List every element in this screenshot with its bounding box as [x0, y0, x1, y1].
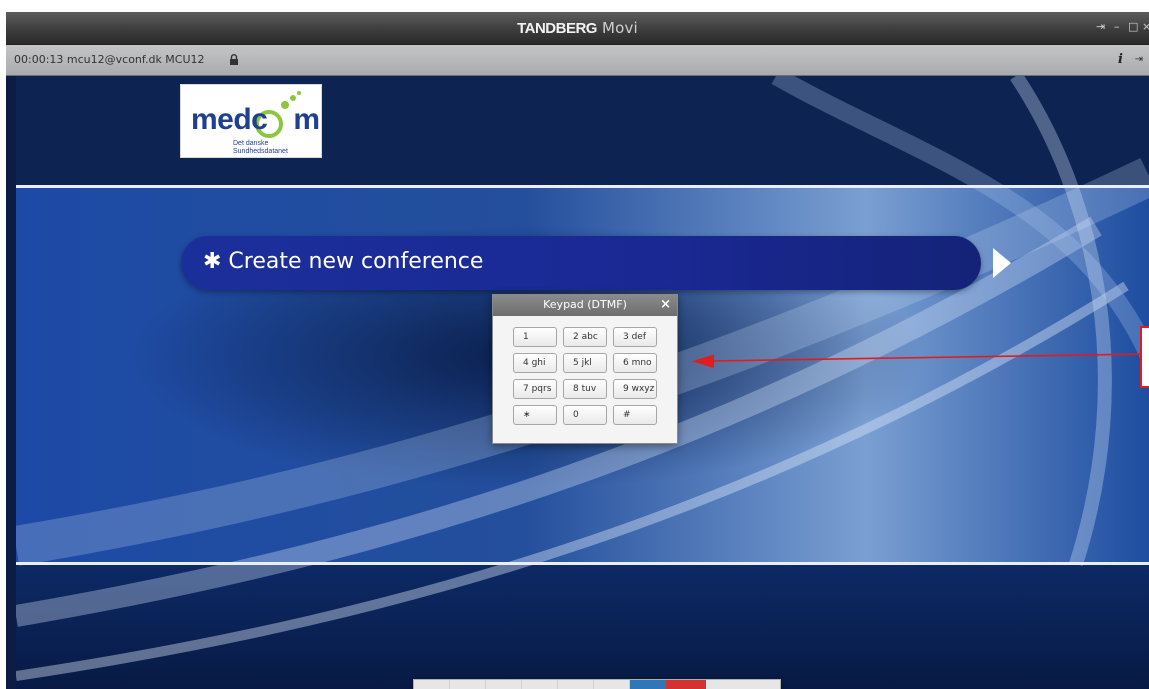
- key-hash[interactable]: #: [613, 405, 657, 425]
- volume-button[interactable]: [522, 680, 558, 689]
- key-5[interactable]: 5 jkl: [563, 353, 607, 373]
- key-0[interactable]: 0: [563, 405, 607, 425]
- maximize-button[interactable]: □: [1128, 21, 1138, 33]
- create-conference-label: ✱ Create new conference: [203, 249, 484, 274]
- medcom-logo: medc m Det danske Sundhedsdatanet: [180, 84, 322, 158]
- key-star[interactable]: ∗: [513, 405, 557, 425]
- pin-icon[interactable]: ⇥: [1135, 54, 1143, 65]
- keypad-close-button[interactable]: ×: [660, 297, 671, 312]
- keypad-button[interactable]: [630, 680, 666, 689]
- window-title: TANDBERG Movi: [6, 19, 1149, 37]
- chevron-right-icon[interactable]: [991, 246, 1013, 280]
- logo-wordmark: medc m: [191, 103, 320, 136]
- logo-subtitle: Det danske Sundhedsdatanet: [233, 140, 288, 155]
- pin-window-icon[interactable]: ⇥: [1096, 21, 1105, 33]
- microphone-button[interactable]: [486, 680, 522, 689]
- camera-button[interactable]: [450, 680, 486, 689]
- key-8[interactable]: 8 tuv: [563, 379, 607, 399]
- call-info-text: 00:00:13 mcu12@vconf.dk MCU12: [14, 53, 205, 66]
- layout-button[interactable]: [594, 680, 630, 689]
- key-2[interactable]: 2 abc: [563, 327, 607, 347]
- title-bar[interactable]: TANDBERG Movi ⇥ – □ ×: [6, 12, 1149, 45]
- keypad-header[interactable]: Keypad (DTMF) ×: [493, 295, 677, 316]
- hangup-button[interactable]: [666, 680, 706, 689]
- key-9[interactable]: 9 wxyz: [613, 379, 657, 399]
- key-4[interactable]: 4 ghi: [513, 353, 557, 373]
- title-product: Movi: [601, 19, 638, 37]
- minimize-button[interactable]: –: [1114, 21, 1120, 33]
- key-1[interactable]: 1: [513, 327, 557, 347]
- annotation-callout-box: [1140, 326, 1149, 388]
- call-status-bar: 00:00:13 mcu12@vconf.dk MCU12 i ⇥: [6, 45, 1149, 76]
- close-button[interactable]: ×: [1142, 21, 1149, 33]
- lock-icon: [230, 54, 238, 65]
- dtmf-keypad-dialog: Keypad (DTMF) × 1 2 abc 3 def 4 ghi 5 jk…: [492, 294, 678, 444]
- key-7[interactable]: 7 pqrs: [513, 379, 557, 399]
- key-6[interactable]: 6 mno: [613, 353, 657, 373]
- info-icon[interactable]: i: [1118, 52, 1123, 67]
- annotation-arrow: [692, 353, 1146, 368]
- fullscreen-button[interactable]: [558, 680, 594, 689]
- create-conference-button[interactable]: ✱ Create new conference: [181, 236, 981, 290]
- title-brand: TANDBERG: [517, 20, 597, 37]
- call-toolbar: [413, 679, 781, 689]
- key-3[interactable]: 3 def: [613, 327, 657, 347]
- keypad-title: Keypad (DTMF): [543, 298, 627, 311]
- selfview-button[interactable]: [414, 680, 450, 689]
